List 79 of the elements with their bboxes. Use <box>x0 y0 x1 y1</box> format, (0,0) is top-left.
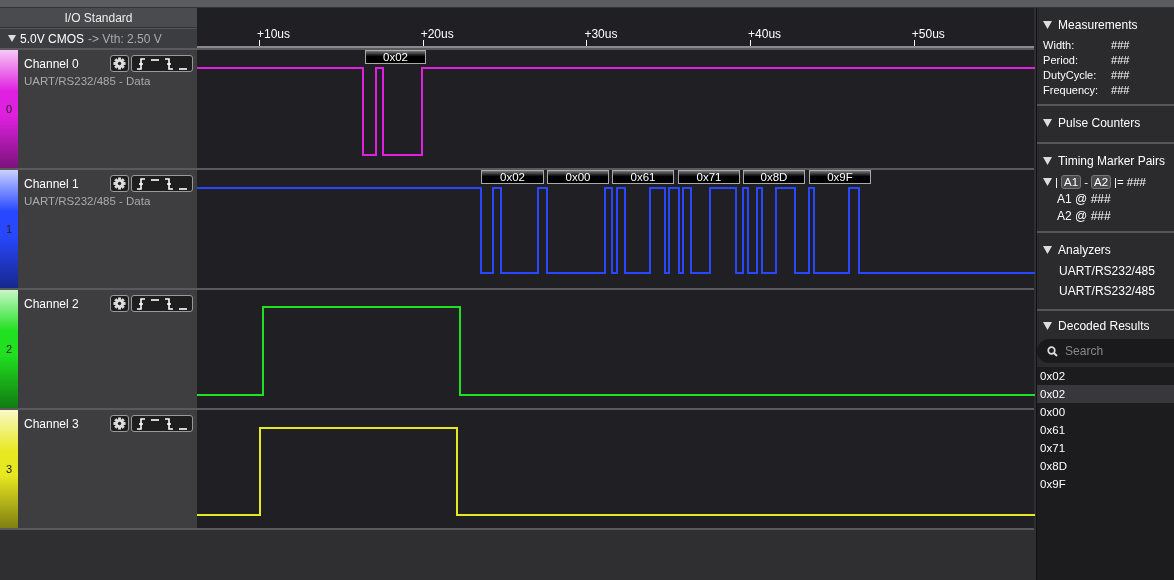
decoded-value-label: 0x02 <box>481 170 544 184</box>
marker-difference-value: ### <box>1126 176 1146 188</box>
channel-name: Channel 2 <box>24 296 80 311</box>
channel-number: 1 <box>5 223 13 235</box>
channel-number: 3 <box>5 463 13 475</box>
section-title[interactable]: Decoded Results <box>1058 319 1150 333</box>
decoded-value-label: 0x61 <box>612 170 674 184</box>
decoded-result-item[interactable]: 0x71 <box>1037 439 1174 457</box>
marker-position: A2 @ ### <box>1057 209 1111 223</box>
decoded-value-label: 0x9F <box>809 170 871 184</box>
measurement-label: Period: <box>1043 54 1079 66</box>
rising-edge-icon[interactable] <box>136 56 146 71</box>
measurement-value: ### <box>1111 39 1131 51</box>
dropdown-triangle-icon <box>8 33 16 44</box>
settings-icon <box>113 417 126 430</box>
falling-edge-icon[interactable] <box>164 296 174 311</box>
settings-button[interactable] <box>110 55 129 72</box>
analyzer-label: UART/RS232/485 - Data <box>24 195 152 207</box>
analyzer-label: UART/RS232/485 - Data <box>24 75 152 87</box>
time-tick-label: +40us <box>748 27 782 41</box>
measurement-value: ### <box>1111 54 1131 66</box>
section-title[interactable]: Timing Marker Pairs <box>1058 154 1165 168</box>
settings-button[interactable] <box>110 295 129 312</box>
channel-name: Channel 3 <box>24 416 80 431</box>
panel-title: I/O Standard <box>0 8 197 28</box>
settings-icon <box>113 177 126 190</box>
marker-position: A1 @ ### <box>1057 192 1111 206</box>
settings-button[interactable] <box>110 175 129 192</box>
decoded-result-item[interactable]: 0x9F <box>1037 475 1174 493</box>
io-standard-dropdown[interactable]: 5.0V CMOS -> Vth: 2.50 V <box>0 28 197 48</box>
settings-button[interactable] <box>110 415 129 432</box>
measurement-value: ### <box>1111 84 1131 96</box>
marker-tag[interactable]: A2 <box>1091 175 1112 189</box>
rising-edge-icon[interactable] <box>136 416 146 431</box>
measurement-label: DutyCycle: <box>1043 69 1098 81</box>
analyzer-item[interactable]: UART/RS232/485 <box>1059 264 1155 278</box>
decoded-result-item[interactable]: 0x61 <box>1037 421 1174 439</box>
collapse-triangle-icon[interactable] <box>1043 246 1053 254</box>
minus-sign: - <box>1084 176 1089 188</box>
decoded-result-item[interactable]: 0x02 <box>1037 367 1174 385</box>
collapse-triangle-icon[interactable] <box>1043 119 1053 127</box>
pipe-symbol: | <box>1055 176 1059 188</box>
settings-icon <box>113 297 126 310</box>
analyzer-item[interactable]: UART/RS232/485 <box>1059 284 1155 298</box>
falling-edge-icon[interactable] <box>164 56 174 71</box>
section-title[interactable]: Measurements <box>1058 18 1138 32</box>
time-tick-label: +10us <box>257 27 291 41</box>
collapse-triangle-icon[interactable] <box>1043 322 1053 330</box>
falling-edge-icon[interactable] <box>164 176 174 191</box>
time-tick-label: +20us <box>420 27 454 41</box>
collapse-triangle-icon[interactable] <box>1043 157 1053 165</box>
decoded-result-item[interactable]: 0x8D <box>1037 457 1174 475</box>
decoded-value-label: 0x71 <box>678 170 740 184</box>
settings-icon <box>113 57 126 70</box>
decoded-value-label: 0x00 <box>547 170 609 184</box>
time-tick-label: +50us <box>911 27 945 41</box>
measurement-label: Width: <box>1043 39 1076 51</box>
rising-edge-icon[interactable] <box>136 176 146 191</box>
rising-edge-icon[interactable] <box>136 296 146 311</box>
search-icon <box>1047 346 1059 357</box>
channel-number: 2 <box>5 343 13 355</box>
channel-number: 0 <box>5 103 13 115</box>
collapse-triangle-icon[interactable] <box>1043 21 1053 29</box>
falling-edge-icon[interactable] <box>164 416 174 431</box>
equals-sign: |= <box>1114 176 1124 188</box>
time-tick-label: +30us <box>584 27 618 41</box>
channel-name: Channel 1 <box>24 176 80 191</box>
collapse-triangle-icon[interactable] <box>1043 178 1053 186</box>
search-field[interactable]: Search <box>1037 339 1174 363</box>
channel-name: Channel 0 <box>24 56 80 71</box>
section-title[interactable]: Pulse Counters <box>1058 116 1141 130</box>
measurement-value: ### <box>1111 69 1131 81</box>
measurement-label: Frequency: <box>1043 84 1100 96</box>
section-title[interactable]: Analyzers <box>1058 243 1111 257</box>
decoded-result-item[interactable]: 0x00 <box>1037 403 1174 421</box>
decoded-result-item[interactable]: 0x02 <box>1037 385 1174 403</box>
marker-tag[interactable]: A1 <box>1061 175 1082 189</box>
decoded-value-label: 0x02 <box>365 50 426 64</box>
decoded-value-label: 0x8D <box>743 170 805 184</box>
